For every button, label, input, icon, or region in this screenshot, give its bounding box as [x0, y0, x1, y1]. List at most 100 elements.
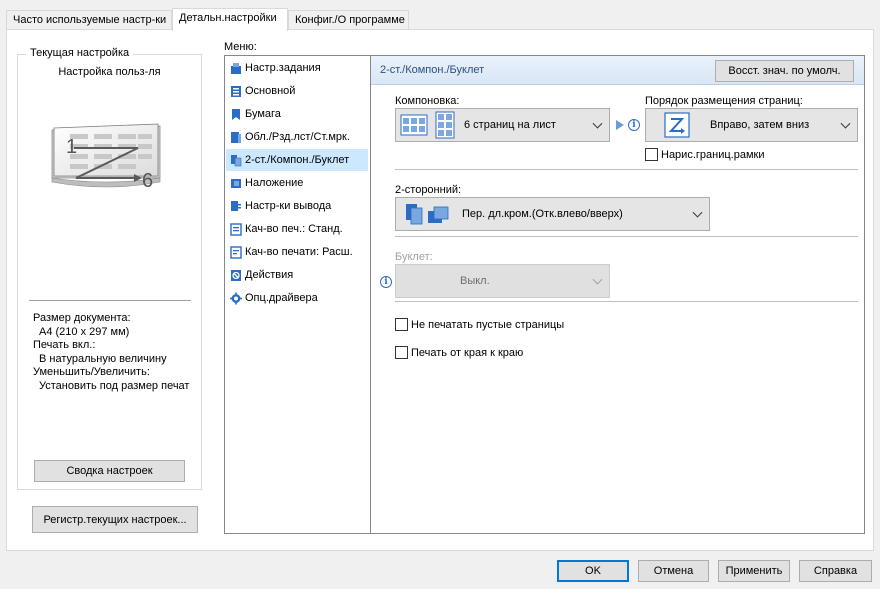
overlay-icon	[231, 178, 241, 188]
skip-blank-checkbox[interactable]	[395, 318, 408, 331]
preset-name: Настройка польз-ля	[58, 66, 161, 78]
menu-item-driver-options[interactable]: Опц.драйвера	[230, 288, 368, 308]
menu-item-label: Кач-во печ.: Станд.	[245, 223, 343, 235]
menu-item-paper[interactable]: Бумага	[230, 104, 368, 124]
menu-item-quality-standard[interactable]: Кач-во печ.: Станд.	[230, 219, 368, 239]
layout-select[interactable]: 6 страниц на лист	[395, 108, 610, 142]
skip-blank-label: Не печатать пустые страницы	[411, 319, 565, 331]
help-button[interactable]: Справка	[799, 560, 872, 582]
button-label: Сводка настроек	[66, 465, 153, 477]
booklet-select[interactable]: Выкл.	[395, 264, 610, 298]
print-on-value: В натуральную величину	[39, 352, 167, 365]
ok-button[interactable]: OK	[557, 560, 629, 582]
job-settings-icon	[231, 62, 241, 74]
tab-config-about[interactable]: Конфиг./О программе	[288, 10, 409, 30]
panel-title: 2-ст./Компон./Буклет	[380, 64, 485, 76]
page-order-label: Порядок размещения страниц:	[645, 95, 803, 107]
layout-preview: 1 6	[46, 120, 166, 195]
duplex-layout-icon	[231, 154, 242, 166]
duplex-label: 2-сторонний:	[395, 184, 462, 196]
quality-advanced-icon	[230, 245, 242, 259]
output-icon	[231, 200, 241, 211]
layout-label: Компоновка:	[395, 95, 460, 107]
doc-size-value: A4 (210 x 297 мм)	[39, 325, 130, 338]
chevron-down-icon	[592, 274, 603, 285]
tab-frequent-settings[interactable]: Часто используемые настр-ки	[6, 10, 172, 30]
menu-item-duplex-layout[interactable]: 2-ст./Компон./Буклет	[226, 149, 368, 171]
booklet-select-value: Выкл.	[460, 275, 490, 287]
menu-item-quality-advanced[interactable]: Кач-во печати: Расш.	[230, 242, 368, 262]
paper-icon	[232, 108, 240, 120]
current-setting-details: Размер документа: A4 (210 x 297 мм) Печа…	[33, 312, 193, 393]
duplex-long-edge-icon	[406, 204, 449, 225]
divider	[395, 236, 858, 237]
quality-standard-icon	[230, 222, 242, 236]
button-label: Справка	[813, 565, 858, 577]
page-order-select[interactable]: Вправо, затем вниз	[645, 108, 858, 142]
divider	[29, 300, 191, 301]
scale-value: Установить под размер печат	[39, 379, 190, 392]
tab-label: Детальн.настройки	[179, 12, 277, 24]
driver-options-icon	[230, 292, 242, 304]
layout-select-value: 6 страниц на лист	[464, 119, 556, 131]
nup-grid-icon	[400, 111, 455, 139]
menu-item-label: Кач-во печати: Расш.	[245, 246, 353, 258]
preview-first-page: 1	[66, 136, 77, 158]
button-label: Восст. знач. по умолч.	[728, 65, 841, 77]
menu-item-label: Наложение	[245, 177, 304, 189]
z-order-icon	[664, 112, 690, 138]
button-label: OK	[585, 565, 601, 577]
menu-item-label: Настр-ки вывода	[245, 200, 332, 212]
page-order-value: Вправо, затем вниз	[710, 119, 810, 131]
menu-item-label: Бумага	[245, 108, 281, 120]
tab-strip: Часто используемые настр-ки Детальн.наст…	[6, 8, 874, 31]
menu-item-job-settings[interactable]: Настр.задания	[230, 58, 368, 78]
chevron-down-icon	[692, 207, 703, 218]
doc-size-label: Размер документа:	[33, 312, 131, 324]
restore-defaults-button[interactable]: Восст. знач. по умолч.	[715, 60, 854, 82]
scale-label: Уменьшить/Увеличить:	[33, 366, 150, 378]
divider	[395, 169, 858, 170]
menu-item-actions[interactable]: Действия	[230, 265, 368, 285]
edge-to-edge-checkbox[interactable]	[395, 346, 408, 359]
menu-title: Меню:	[224, 41, 257, 53]
menu-item-label: Настр.задания	[245, 62, 321, 74]
current-setting-title: Текущая настройка	[26, 47, 134, 59]
draw-frames-checkbox[interactable]	[645, 148, 658, 161]
chevron-down-icon	[592, 118, 603, 129]
button-label: Регистр.текущих настроек...	[43, 513, 187, 526]
info-icon[interactable]: i	[380, 276, 392, 288]
divider	[395, 301, 858, 302]
register-settings-button[interactable]: Регистр.текущих настроек...	[32, 506, 198, 533]
menu-item-label: Основной	[245, 85, 296, 97]
actions-icon	[231, 269, 241, 281]
print-on-label: Печать вкл.:	[33, 339, 96, 351]
menu-item-output[interactable]: Настр-ки вывода	[230, 196, 368, 216]
cover-icon	[231, 131, 241, 143]
cancel-button[interactable]: Отмена	[638, 560, 709, 582]
settings-summary-button[interactable]: Сводка настроек	[34, 460, 185, 482]
nup-preview-icon: 1 6	[51, 123, 161, 192]
basic-icon	[231, 85, 241, 97]
menu-item-label: Обл./Рзд.лст/Ст.мрк.	[245, 131, 350, 143]
button-label: Отмена	[653, 565, 694, 577]
tab-label: Часто используемые настр-ки	[13, 14, 167, 26]
draw-frames-label: Нарис.границ.рамки	[661, 149, 765, 161]
play-arrow-icon	[616, 120, 624, 130]
menu-item-label: 2-ст./Компон./Буклет	[245, 154, 350, 166]
tab-label: Конфиг./О программе	[295, 14, 405, 26]
duplex-select-value: Пер. дл.кром.(Отк.влево/вверх)	[462, 208, 623, 220]
preview-last-page: 6	[142, 170, 153, 192]
menu-item-label: Действия	[245, 269, 294, 281]
menu-item-basic[interactable]: Основной	[230, 81, 368, 101]
menu-item-cover[interactable]: Обл./Рзд.лст/Ст.мрк.	[230, 127, 368, 147]
menu-item-overlay[interactable]: Наложение	[230, 173, 368, 193]
menu-item-label: Опц.драйвера	[245, 292, 318, 304]
tab-detailed-settings[interactable]: Детальн.настройки	[172, 8, 288, 31]
info-icon[interactable]: i	[628, 119, 640, 131]
duplex-select[interactable]: Пер. дл.кром.(Отк.влево/вверх)	[395, 197, 710, 231]
apply-button[interactable]: Применить	[718, 560, 790, 582]
booklet-label: Буклет:	[395, 251, 433, 263]
button-label: Применить	[725, 565, 783, 577]
edge-to-edge-label: Печать от края к краю	[411, 347, 524, 359]
